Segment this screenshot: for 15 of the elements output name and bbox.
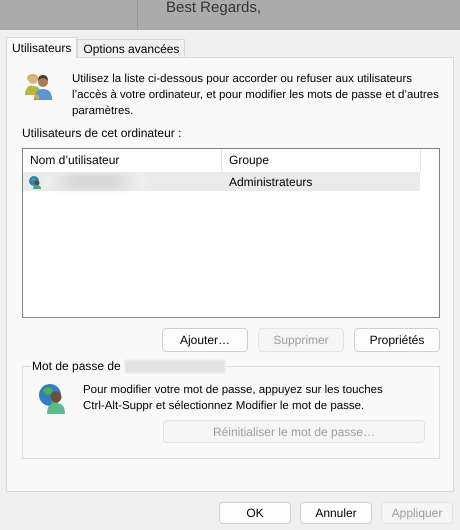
tab[interactable]: Options avancées bbox=[77, 39, 186, 57]
dialog-button[interactable]: Ajouter… bbox=[162, 328, 248, 352]
dialog-button[interactable]: Annuler bbox=[300, 502, 372, 524]
email-text: Best Regards, bbox=[166, 0, 262, 16]
user-row[interactable]: Administrateurs bbox=[23, 172, 420, 191]
user-globe-icon bbox=[28, 174, 42, 188]
tab[interactable]: Utilisateurs bbox=[6, 37, 78, 58]
password-hint-text: Pour modifier votre mot de passe, appuyez sur les touches Ctrl-Alt-Suppr et sélectionnez Modifier le mot de passe. bbox=[83, 383, 384, 414]
dialog-button[interactable]: Propriétés bbox=[354, 328, 440, 352]
users-key-icon bbox=[23, 71, 53, 101]
intro-text: Utilisez la liste ci-dessous pour accorder ou refuser aux utilisateurs l’accès à votre ordinateur, et pour modifier les mots de passe et d’autres paramètres. bbox=[72, 72, 440, 119]
table-cell-text: Administrateurs bbox=[228, 174, 312, 188]
users-label: Utilisateurs de cet ordinateur : bbox=[22, 126, 182, 142]
dialog-button[interactable]: OK bbox=[219, 502, 291, 524]
group-title: Mot de passe de bbox=[32, 358, 121, 374]
